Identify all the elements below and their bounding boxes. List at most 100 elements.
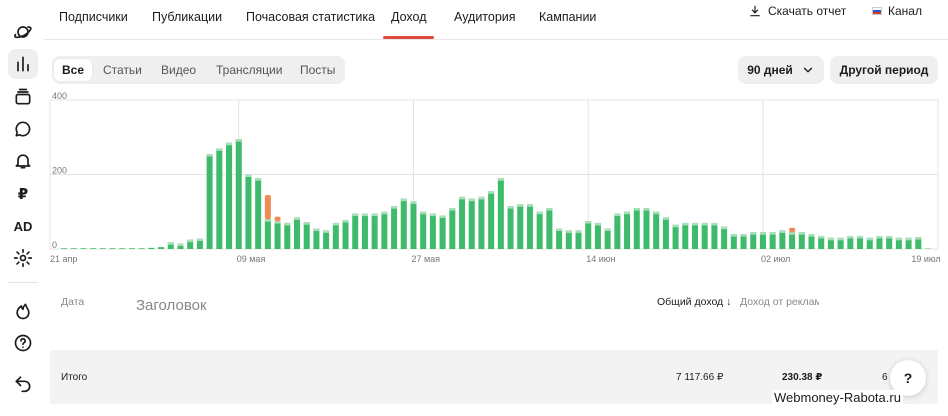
bar-main: [895, 237, 902, 249]
filter-posts[interactable]: Посты: [292, 59, 343, 81]
bar-main: [662, 217, 669, 249]
bar-main: [459, 196, 466, 249]
bar-cap: [624, 211, 631, 215]
bar-cap: [556, 228, 563, 232]
sidebar-item-help[interactable]: [8, 328, 38, 358]
sidebar-item-comments[interactable]: [8, 114, 38, 144]
tab-subscribers[interactable]: Подписчики: [59, 10, 128, 24]
bar-main: [711, 222, 718, 249]
bar-cap: [313, 228, 320, 232]
custom-period-button[interactable]: Другой период: [830, 56, 938, 84]
chat-bubble-icon: [15, 121, 31, 137]
tab-publications[interactable]: Публикации: [152, 10, 222, 24]
tab-campaigns[interactable]: Кампании: [539, 10, 596, 24]
bar-main: [672, 224, 679, 249]
period-dropdown[interactable]: 90 дней: [738, 56, 824, 84]
bar-main: [255, 178, 262, 249]
filter-streams[interactable]: Трансляции: [208, 59, 290, 81]
sidebar-item-statistics[interactable]: [8, 49, 38, 79]
period-label: 90 дней: [747, 63, 793, 77]
bar-main: [818, 235, 825, 249]
y-tick-label: 400: [52, 91, 67, 101]
bar-main: [769, 232, 776, 249]
bar-cap: [594, 222, 601, 226]
bar-main: [138, 248, 145, 249]
sidebar-item-trending[interactable]: [8, 296, 38, 326]
bar-main: [905, 237, 912, 249]
bar-cap: [245, 174, 252, 177]
column-total-income[interactable]: Общий доход ↓: [657, 296, 731, 308]
bar-main: [158, 247, 165, 249]
bar-cap: [361, 213, 368, 217]
column-date[interactable]: Дата: [61, 296, 84, 308]
download-icon: [750, 5, 760, 17]
bar-main: [206, 154, 213, 249]
x-tick-label: 02 июл: [761, 254, 790, 264]
planet-icon: [14, 26, 32, 39]
column-ad-income[interactable]: Доход от рекламы: [740, 296, 819, 308]
bar-cap: [672, 224, 679, 228]
bar-cap: [779, 230, 786, 233]
bar-cap: [526, 204, 533, 207]
x-tick-label: 19 июл: [911, 254, 940, 264]
bar-main: [332, 222, 339, 249]
sidebar-item-settings[interactable]: [8, 243, 38, 273]
bar-cap: [701, 222, 708, 226]
bar-main: [400, 198, 407, 249]
bar-secondary: [274, 216, 281, 222]
tab-hourly-stats[interactable]: Почасовая статистика: [246, 10, 375, 24]
tab-income[interactable]: Доход: [391, 10, 427, 24]
bar-cap: [293, 217, 300, 220]
sidebar-item-planet[interactable]: [8, 17, 38, 47]
download-report-button[interactable]: Скачать отчет: [748, 4, 846, 18]
bar-main: [653, 211, 660, 249]
bar-main: [536, 211, 543, 249]
bell-icon: [15, 154, 31, 169]
column-title[interactable]: Заголовок: [136, 297, 207, 314]
bar-main: [827, 237, 834, 249]
bar-cap: [381, 211, 388, 215]
bar-main: [216, 148, 223, 249]
sidebar-item-ads[interactable]: AD: [8, 211, 38, 241]
filter-all[interactable]: Все: [54, 59, 93, 81]
sidebar-item-back[interactable]: [8, 368, 38, 398]
bar-cap: [391, 206, 398, 209]
bar-main: [614, 213, 621, 249]
layers-icon: [15, 88, 31, 105]
content-type-filter: Все Статьи Видео Трансляции Посты: [52, 56, 345, 84]
bar-main: [779, 230, 786, 249]
bar-cap: [876, 235, 883, 239]
bar-cap: [332, 222, 339, 226]
filter-videos[interactable]: Видео: [153, 59, 204, 81]
tab-audience[interactable]: Аудитория: [454, 10, 516, 24]
x-tick-label: 14 июн: [586, 254, 615, 264]
bar-cap: [604, 228, 611, 232]
column-total-income-label: Общий доход: [657, 296, 724, 308]
sidebar-item-layers[interactable]: [8, 82, 38, 112]
bar-cap: [769, 232, 776, 235]
bar-cap: [575, 230, 582, 233]
bar-cap: [692, 222, 699, 226]
bar-main: [585, 221, 592, 249]
bar-main: [798, 232, 805, 249]
bar-main: [866, 237, 873, 249]
bar-cap: [808, 234, 815, 237]
filter-articles[interactable]: Статьи: [95, 59, 150, 81]
channel-selector[interactable]: Канал: [872, 4, 922, 18]
bar-main: [391, 206, 398, 249]
bar-cap: [429, 213, 436, 217]
chart-frame: [49, 99, 939, 250]
bar-cap: [895, 237, 902, 241]
bar-main: [624, 211, 631, 249]
bar-main: [128, 248, 135, 249]
bar-cap: [449, 208, 456, 211]
bar-main: [167, 242, 174, 249]
bar-cap: [517, 204, 524, 207]
bar-main: [420, 211, 427, 249]
bar-main: [837, 237, 844, 249]
sidebar-item-notifications[interactable]: [8, 146, 38, 176]
sidebar-item-money[interactable]: ₽: [8, 179, 38, 209]
bar-cap: [488, 191, 495, 194]
bar-main: [352, 213, 359, 249]
bar-cap: [235, 139, 242, 142]
